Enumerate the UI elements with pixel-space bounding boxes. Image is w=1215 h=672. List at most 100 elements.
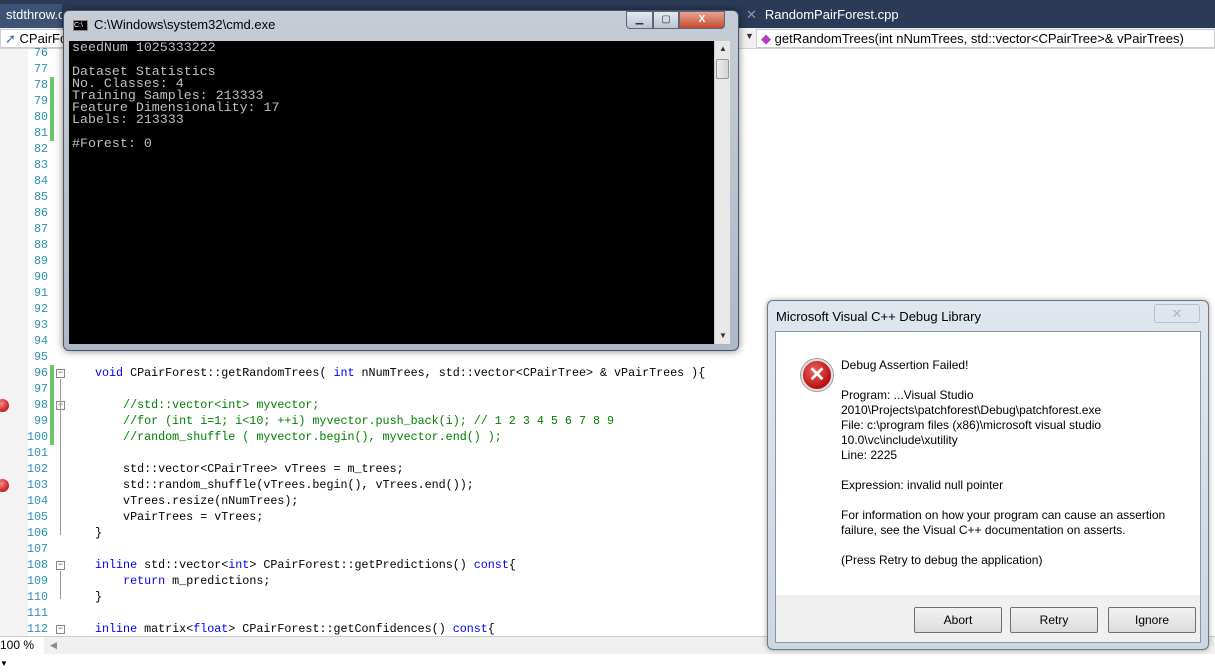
scroll-left-icon[interactable]: ◀: [50, 637, 57, 654]
code-text: std::vector<: [137, 558, 229, 572]
keyword: int: [228, 558, 250, 572]
tab-label: stdthrow.cpp: [6, 7, 62, 22]
line-number: 81: [33, 126, 48, 140]
code-line[interactable]: inline std::vector<int> CPairForest::get…: [95, 557, 516, 573]
code-line[interactable]: vPairTrees = vTrees;: [95, 509, 263, 525]
line-number: 96: [33, 366, 48, 380]
comment: //std::vector<int> myvector;: [95, 398, 320, 412]
code-line[interactable]: //std::vector<int> myvector;: [95, 397, 319, 413]
line-number: 103: [26, 478, 48, 492]
line-number: 108: [26, 558, 48, 572]
code-line[interactable]: }: [95, 589, 102, 605]
console-output[interactable]: seedNum 1025333222 Dataset Statistics No…: [69, 41, 714, 344]
tab-randompairforest[interactable]: ✕ RandomPairForest.cpp: [740, 4, 920, 28]
line-number: 89: [33, 254, 48, 268]
scroll-up-icon[interactable]: ▲: [715, 41, 731, 57]
maximize-button[interactable]: ▢: [653, 11, 679, 29]
dialog-title: Microsoft Visual C++ Debug Library: [776, 309, 981, 324]
code-line[interactable]: void CPairForest::getRandomTrees( int nN…: [95, 365, 705, 381]
collapse-icon[interactable]: −: [56, 561, 65, 570]
code-line[interactable]: std::vector<CPairTree> vTrees = m_trees;: [95, 461, 404, 477]
tab-label: RandomPairForest.cpp: [764, 7, 899, 22]
error-icon: ✕: [801, 359, 833, 391]
code-text: CPairForest::getRandomTrees(: [123, 366, 334, 380]
line-number: 112: [26, 622, 48, 636]
line-number: 94: [33, 334, 48, 348]
change-indicator: [50, 429, 54, 445]
line-number: 86: [33, 206, 48, 220]
code-text: {: [508, 558, 516, 572]
line-number: 83: [33, 158, 48, 172]
code-text: {: [487, 622, 495, 636]
tab-stdthrow[interactable]: stdthrow.cpp: [0, 4, 62, 28]
code-line[interactable]: //for (int i=1; i<10; ++i) myvector.push…: [95, 413, 614, 429]
close-tab-icon[interactable]: ✕: [746, 7, 757, 22]
close-button[interactable]: X: [679, 11, 725, 29]
file-text: File: c:\program files (x86)\microsoft v…: [841, 418, 1102, 447]
line-number: 87: [33, 222, 48, 236]
scroll-down-icon[interactable]: ▼: [715, 328, 731, 344]
line-number: 93: [33, 318, 48, 332]
code-line[interactable]: vTrees.resize(nNumTrees);: [95, 493, 298, 509]
chevron-down-icon[interactable]: ▼: [0, 659, 8, 668]
vertical-scrollbar[interactable]: ▲ ▼: [714, 41, 730, 344]
keyword: float: [193, 622, 229, 636]
abort-label: Abort: [943, 613, 973, 627]
line-number: 88: [33, 238, 48, 252]
scrollbar-thumb[interactable]: [716, 59, 729, 79]
dialog-heading: Debug Assertion Failed!: [841, 358, 969, 372]
keyword: return: [123, 574, 166, 588]
line-number: 111: [26, 606, 48, 620]
window-title: C:\Windows\system32\cmd.exe: [94, 17, 276, 32]
assertion-dialog[interactable]: Microsoft Visual C++ Debug Library ✕ ✕ D…: [767, 300, 1209, 650]
line-number: 76: [33, 46, 48, 60]
line-number: 104: [26, 494, 48, 508]
code-text: nNumTrees, std::vector<CPairTree> & vPai…: [354, 366, 706, 380]
change-indicator: [50, 365, 54, 381]
keyword: const: [452, 622, 488, 636]
change-indicator: [50, 413, 54, 429]
chevron-down-icon[interactable]: ▼: [745, 31, 754, 41]
code-line[interactable]: }: [95, 525, 102, 541]
change-indicator: [50, 397, 54, 413]
retry-button[interactable]: Retry: [1010, 607, 1098, 633]
outline-guide: [60, 379, 61, 535]
code-text: matrix<: [137, 622, 194, 636]
hint-text: (Press Retry to debug the application): [841, 553, 1043, 567]
code-text: std::random_shuffle(vTrees.begin(), vTre…: [95, 478, 474, 492]
member-dropdown[interactable]: ◆ getRandomTrees(int nNumTrees, std::vec…: [756, 29, 1215, 48]
cmd-window[interactable]: C:\ C:\Windows\system32\cmd.exe ▁ ▢ X se…: [63, 10, 739, 351]
dialog-button-bar: Abort Retry Ignore: [776, 595, 1200, 642]
code-text: > CPairForest::getConfidences(): [228, 622, 453, 636]
line-number: 90: [33, 270, 48, 284]
minimize-button[interactable]: ▁: [626, 11, 653, 29]
dialog-body: ✕ Debug Assertion Failed! Program: ...Vi…: [775, 331, 1201, 643]
close-button[interactable]: ✕: [1154, 304, 1200, 323]
ignore-button[interactable]: Ignore: [1108, 607, 1196, 633]
zoom-dropdown[interactable]: 100 % ▼: [0, 637, 44, 668]
code-line[interactable]: //random_shuffle ( myvector.begin(), myv…: [95, 429, 502, 445]
code-line[interactable]: std::random_shuffle(vTrees.begin(), vTre…: [95, 477, 474, 493]
code-line[interactable]: return m_predictions;: [95, 573, 270, 589]
cmd-icon: C:\: [73, 20, 88, 31]
change-indicator: [50, 125, 54, 141]
outline-guide: [60, 571, 61, 599]
retry-label: Retry: [1039, 613, 1069, 627]
method-icon: ◆: [761, 31, 771, 46]
keyword: const: [473, 558, 509, 572]
keyword: inline: [95, 558, 138, 572]
collapse-icon[interactable]: −: [56, 369, 65, 378]
change-indicator: [50, 93, 54, 109]
line-number: 82: [33, 142, 48, 156]
line-number: 109: [26, 574, 48, 588]
abort-button[interactable]: Abort: [914, 607, 1002, 633]
line-number: 106: [26, 526, 48, 540]
line-number: 91: [33, 286, 48, 300]
code-line[interactable]: inline matrix<float> CPairForest::getCon…: [95, 621, 495, 637]
code-text: }: [95, 526, 103, 540]
line-number: 77: [33, 62, 48, 76]
collapse-icon[interactable]: −: [56, 625, 65, 634]
comment: //random_shuffle ( myvector.begin(), myv…: [95, 430, 502, 444]
code-text: vTrees.resize(nNumTrees);: [95, 494, 299, 508]
